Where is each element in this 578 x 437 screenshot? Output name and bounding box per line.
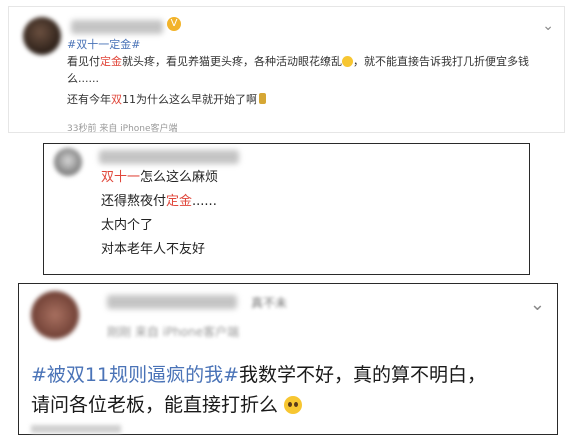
text: 怎么这么麻烦 bbox=[140, 170, 219, 185]
post-meta: 33秒前 来自 iPhone客户端 bbox=[67, 124, 178, 134]
bottle-icon bbox=[259, 93, 266, 104]
text: ...... bbox=[192, 194, 217, 209]
text: 么...... bbox=[67, 72, 99, 85]
username[interactable] bbox=[99, 150, 239, 164]
text: 还得熬夜付 bbox=[101, 194, 167, 209]
text: 对本老年人不友好 bbox=[101, 242, 206, 257]
dizzy-face-icon bbox=[342, 56, 353, 67]
text: 请问各位老板，能直接打折么 bbox=[31, 394, 279, 416]
text: 11为什么这么早就开始了啊 bbox=[122, 93, 257, 106]
text: 就头疼，看见养猫更头疼，各种活动眼花缭乱 bbox=[122, 55, 342, 68]
text: 还有今年 bbox=[67, 93, 111, 106]
avatar[interactable] bbox=[31, 291, 79, 339]
keyword[interactable]: 双十一 bbox=[101, 170, 140, 185]
pleading-face-icon bbox=[284, 396, 303, 414]
text: 我数学不好，真的算不明白， bbox=[239, 364, 487, 386]
chevron-down-icon[interactable]: ⌄ bbox=[542, 19, 554, 33]
weibo-post-2: 双十一怎么这么麻烦 还得熬夜付定金...... 太内个了 对本老年人不友好 bbox=[43, 143, 530, 275]
text: 太内个了 bbox=[101, 218, 154, 233]
weibo-post-3: 真不未 刚刚 来自 iPhone客户端 ⌄ #被双11规则逼疯的我#我数学不好，… bbox=[18, 283, 558, 435]
chevron-down-icon[interactable]: ⌄ bbox=[530, 296, 545, 314]
keyword[interactable]: 定金 bbox=[100, 55, 122, 68]
username[interactable] bbox=[71, 20, 163, 34]
cut-off-content bbox=[31, 425, 121, 433]
avatar[interactable] bbox=[23, 17, 61, 55]
post-meta: 刚刚 来自 iPhone客户端 bbox=[107, 325, 240, 339]
avatar[interactable] bbox=[54, 148, 82, 176]
keyword[interactable]: 双 bbox=[111, 93, 122, 106]
username[interactable] bbox=[107, 295, 237, 309]
weibo-post-1: V ⌄ #双十一定金# 看见付定金就头疼，看见养猫更头疼，各种活动眼花缭乱 ，就不… bbox=[8, 6, 565, 134]
text: 看见付 bbox=[67, 55, 100, 68]
verified-icon: V bbox=[167, 17, 181, 31]
hashtag-link[interactable]: #被双11规则逼疯的我# bbox=[31, 364, 239, 386]
text: ，就不能直接告诉我打几折便宜多钱 bbox=[353, 55, 529, 68]
keyword[interactable]: 定金 bbox=[166, 194, 192, 209]
username-tail[interactable]: 真不未 bbox=[251, 294, 287, 311]
hashtag-link[interactable]: #双十一定金# bbox=[67, 38, 140, 51]
